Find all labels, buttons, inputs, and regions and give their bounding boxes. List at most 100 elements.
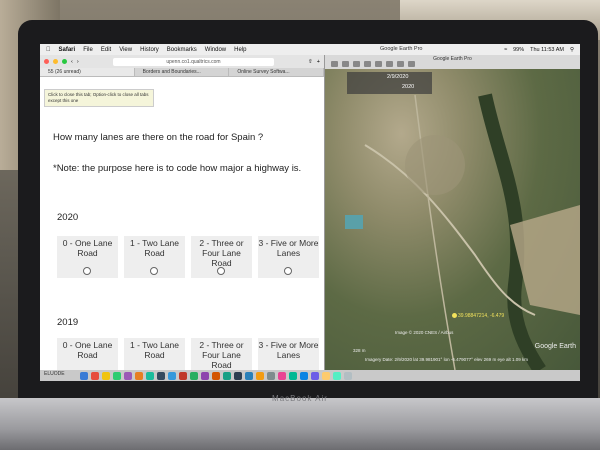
app-icon[interactable] (201, 371, 209, 380)
toolbar-icon[interactable] (342, 61, 349, 67)
tab-inbox[interactable]: 55 (26 unread) (40, 68, 135, 76)
app-icon[interactable] (300, 371, 308, 380)
toolbar-icon[interactable] (353, 61, 360, 67)
app-icon[interactable] (322, 371, 330, 380)
survey-note: *Note: the purpose here is to code how m… (53, 163, 302, 174)
radio-button[interactable] (83, 267, 91, 275)
earth-toolbar: Google Earth Pro (325, 55, 580, 69)
finder-icon[interactable] (80, 371, 88, 380)
app-icon[interactable] (289, 371, 297, 380)
tab-bar: 55 (26 unread) Borders and Boundaries...… (40, 68, 325, 77)
radio-button[interactable] (284, 267, 292, 275)
option-2020-one-lane[interactable]: 0 - One Lane Road (57, 236, 118, 278)
laptop-brand-label: MacBook Air (272, 394, 328, 403)
survey-question: How many lanes are there on the road for… (53, 132, 264, 143)
google-earth-icon[interactable] (333, 371, 341, 380)
google-earth-logo: Google Earth (534, 343, 576, 350)
menu-file[interactable]: File (83, 47, 93, 53)
option-label: 1 - Two Lane Road (130, 238, 179, 258)
menu-bar:  Safari File Edit View History Bookmark… (40, 44, 580, 55)
option-2020-two-lane[interactable]: 1 - Two Lane Road (124, 236, 185, 278)
app-icon[interactable] (124, 371, 132, 380)
town-area (405, 135, 465, 195)
option-label: 2 - Three or Four Lane Road (199, 340, 244, 370)
app-icon[interactable] (256, 371, 264, 380)
menu-edit[interactable]: Edit (101, 47, 111, 53)
menu-bookmarks[interactable]: Bookmarks (167, 47, 197, 53)
tab-borders[interactable]: Borders and Boundaries... (135, 68, 230, 76)
google-earth-window[interactable]: Google Earth Pro 2/9/2020 2020 39.988472… (325, 55, 580, 370)
placemark-coordinates: 39.98847214, -6.479 (458, 313, 505, 319)
option-label: 0 - One Lane Road (62, 340, 113, 360)
apple-menu-icon[interactable]:  (46, 47, 51, 53)
menu-view[interactable]: View (119, 47, 132, 53)
toolbar-icon[interactable] (408, 61, 415, 67)
radio-button[interactable] (217, 267, 225, 275)
wifi-icon[interactable]: ≈ (504, 47, 507, 53)
app-icon[interactable] (311, 371, 319, 380)
safari-window: ‹ › upenn.co1.qualtrics.com ⇧ + 55 (26 u… (40, 55, 325, 380)
options-2020: 0 - One Lane Road 1 - Two Lane Road 2 - … (57, 236, 319, 278)
tab-qualtrics[interactable]: Online Survey Softwa... (229, 68, 325, 76)
zoom-window-icon[interactable] (62, 59, 67, 64)
toolbar-icon[interactable] (331, 61, 338, 67)
app-icon[interactable] (190, 371, 198, 380)
year-label-2020: 2020 (57, 212, 79, 223)
toolbar-icon[interactable] (386, 61, 393, 67)
satellite-map[interactable] (325, 55, 580, 370)
clock[interactable]: Thu 11:53 AM (530, 47, 564, 53)
app-icon[interactable] (146, 371, 154, 380)
app-icon[interactable] (157, 371, 165, 380)
earth-menu-title: Google Earth Pro (380, 46, 423, 52)
app-icon[interactable] (278, 371, 286, 380)
app-icon[interactable] (102, 371, 110, 380)
time-year-label: 2020 (402, 84, 415, 90)
menu-history[interactable]: History (140, 47, 159, 53)
option-label: 3 - Five or More Lanes (258, 238, 319, 258)
minimize-window-icon[interactable] (53, 59, 58, 64)
menu-safari[interactable]: Safari (59, 47, 76, 53)
earth-status-bar: Imagery Date: 2/9/2020 lat 39.981901° lo… (365, 357, 528, 362)
close-window-icon[interactable] (44, 59, 49, 64)
laptop-base (0, 398, 600, 450)
dock-left-label: ELUODE (44, 371, 65, 377)
trash-icon[interactable] (344, 371, 352, 380)
dock: ELUODE (40, 370, 580, 381)
historical-imagery-slider[interactable]: 2/9/2020 2020 (347, 72, 432, 94)
menu-help[interactable]: Help (234, 47, 246, 53)
option-label: 1 - Two Lane Road (130, 340, 179, 360)
option-2020-three-four-lane[interactable]: 2 - Three or Four Lane Road (191, 236, 252, 278)
time-date-label: 2/9/2020 (387, 74, 409, 80)
radio-button[interactable] (150, 267, 158, 275)
app-icon[interactable] (223, 371, 231, 380)
option-label: 0 - One Lane Road (62, 238, 113, 258)
battery-percent[interactable]: 99% (513, 47, 524, 53)
app-icon[interactable] (91, 371, 99, 380)
back-icon[interactable]: ‹ (71, 59, 73, 65)
placemark-pin-icon[interactable] (452, 313, 457, 318)
toolbar-icon[interactable] (364, 61, 371, 67)
share-icon[interactable]: ⇧ (308, 59, 313, 65)
close-tab-tooltip: Click to close this tab; Option-click to… (44, 89, 154, 107)
toolbar-icon[interactable] (397, 61, 404, 67)
imagery-copyright: Image © 2020 CNES / Airbus (395, 330, 454, 335)
app-icon[interactable] (234, 371, 242, 380)
safari-icon[interactable] (168, 371, 176, 380)
menu-window[interactable]: Window (205, 47, 226, 53)
safari-toolbar: ‹ › upenn.co1.qualtrics.com ⇧ + (40, 55, 324, 68)
reservoir (345, 215, 363, 229)
address-bar[interactable]: upenn.co1.qualtrics.com (112, 57, 275, 66)
search-icon[interactable]: ⚲ (570, 47, 574, 53)
forward-icon[interactable]: › (77, 59, 79, 65)
scale-bar: 328 m (353, 348, 366, 353)
toolbar-icon[interactable] (375, 61, 382, 67)
app-icon[interactable] (267, 371, 275, 380)
option-2020-five-more-lanes[interactable]: 3 - Five or More Lanes (258, 236, 319, 278)
app-icon[interactable] (212, 371, 220, 380)
laptop-screen:  Safari File Edit View History Bookmark… (40, 44, 580, 381)
app-icon[interactable] (113, 371, 121, 380)
app-icon[interactable] (245, 371, 253, 380)
new-tab-icon[interactable]: + (317, 59, 320, 65)
app-icon[interactable] (135, 371, 143, 380)
app-icon[interactable] (179, 371, 187, 380)
